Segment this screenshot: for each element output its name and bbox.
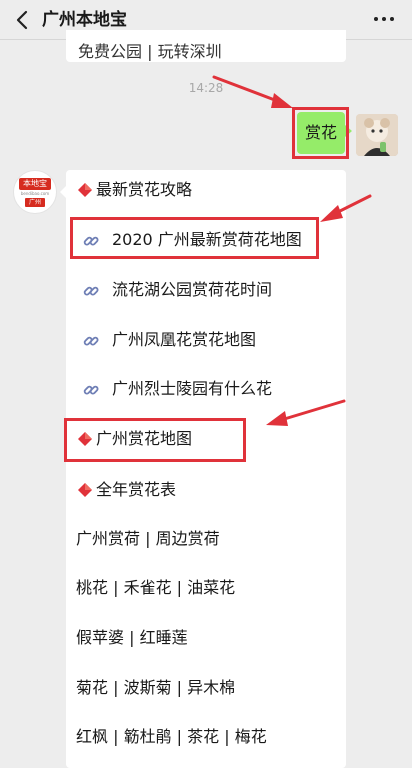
red-diamond-icon (78, 483, 92, 497)
section-title-yearly: 全年赏花表 (66, 479, 346, 501)
chat-title: 广州本地宝 (42, 10, 127, 30)
flower-row[interactable]: 桃花 | 禾雀花 | 油菜花 (76, 577, 235, 599)
link-text: 广州烈士陵园有什么花 (112, 379, 273, 398)
section-title-text: 最新赏花攻略 (96, 180, 193, 199)
more-dots-icon[interactable] (374, 17, 394, 23)
section-title-text: 全年赏花表 (96, 480, 177, 499)
user-avatar-image (356, 114, 398, 156)
annotation-box-user-message (292, 107, 349, 159)
red-diamond-icon (78, 183, 92, 197)
link-text: 流花湖公园赏荷花时间 (112, 280, 273, 299)
link-item[interactable]: 广州烈士陵园有什么花 (66, 378, 346, 400)
previous-message-card[interactable]: 免费公园 | 玩转深圳 (66, 30, 346, 62)
bot-avatar[interactable]: 本地宝 bendibao.com 广州 (13, 170, 57, 214)
link-icon (83, 286, 99, 296)
flower-row[interactable]: 广州赏荷 | 周边赏荷 (76, 528, 220, 550)
flower-row[interactable]: 菊花 | 波斯菊 | 异木棉 (76, 677, 235, 699)
avatar-city: 广州 (25, 198, 45, 207)
avatar-brand: 本地宝 (19, 178, 51, 190)
timestamp: 14:28 (188, 81, 224, 95)
annotation-box-link (70, 217, 319, 259)
section-title-latest: 最新赏花攻略 (66, 179, 346, 201)
flower-row[interactable]: 红枫 | 簕杜鹃 | 茶花 | 梅花 (76, 726, 267, 748)
link-icon (83, 336, 99, 346)
flower-row[interactable]: 假苹婆 | 红睡莲 (76, 627, 188, 649)
user-avatar[interactable] (356, 114, 398, 156)
link-icon (83, 385, 99, 395)
previous-card-text: 免费公园 | 玩转深圳 (78, 42, 222, 61)
chevron-left-icon[interactable] (12, 9, 34, 31)
link-item[interactable]: 流花湖公园赏荷花时间 (66, 279, 346, 301)
link-item[interactable]: 广州凤凰花赏花地图 (66, 329, 346, 351)
avatar-site: bendibao.com (20, 191, 50, 196)
reply-card: 最新赏花攻略 2020 广州最新赏荷花地图 流花湖公园赏荷花时间 广州凤凰花赏花… (66, 170, 346, 768)
annotation-box-map (64, 418, 246, 462)
link-text: 广州凤凰花赏花地图 (112, 330, 257, 349)
